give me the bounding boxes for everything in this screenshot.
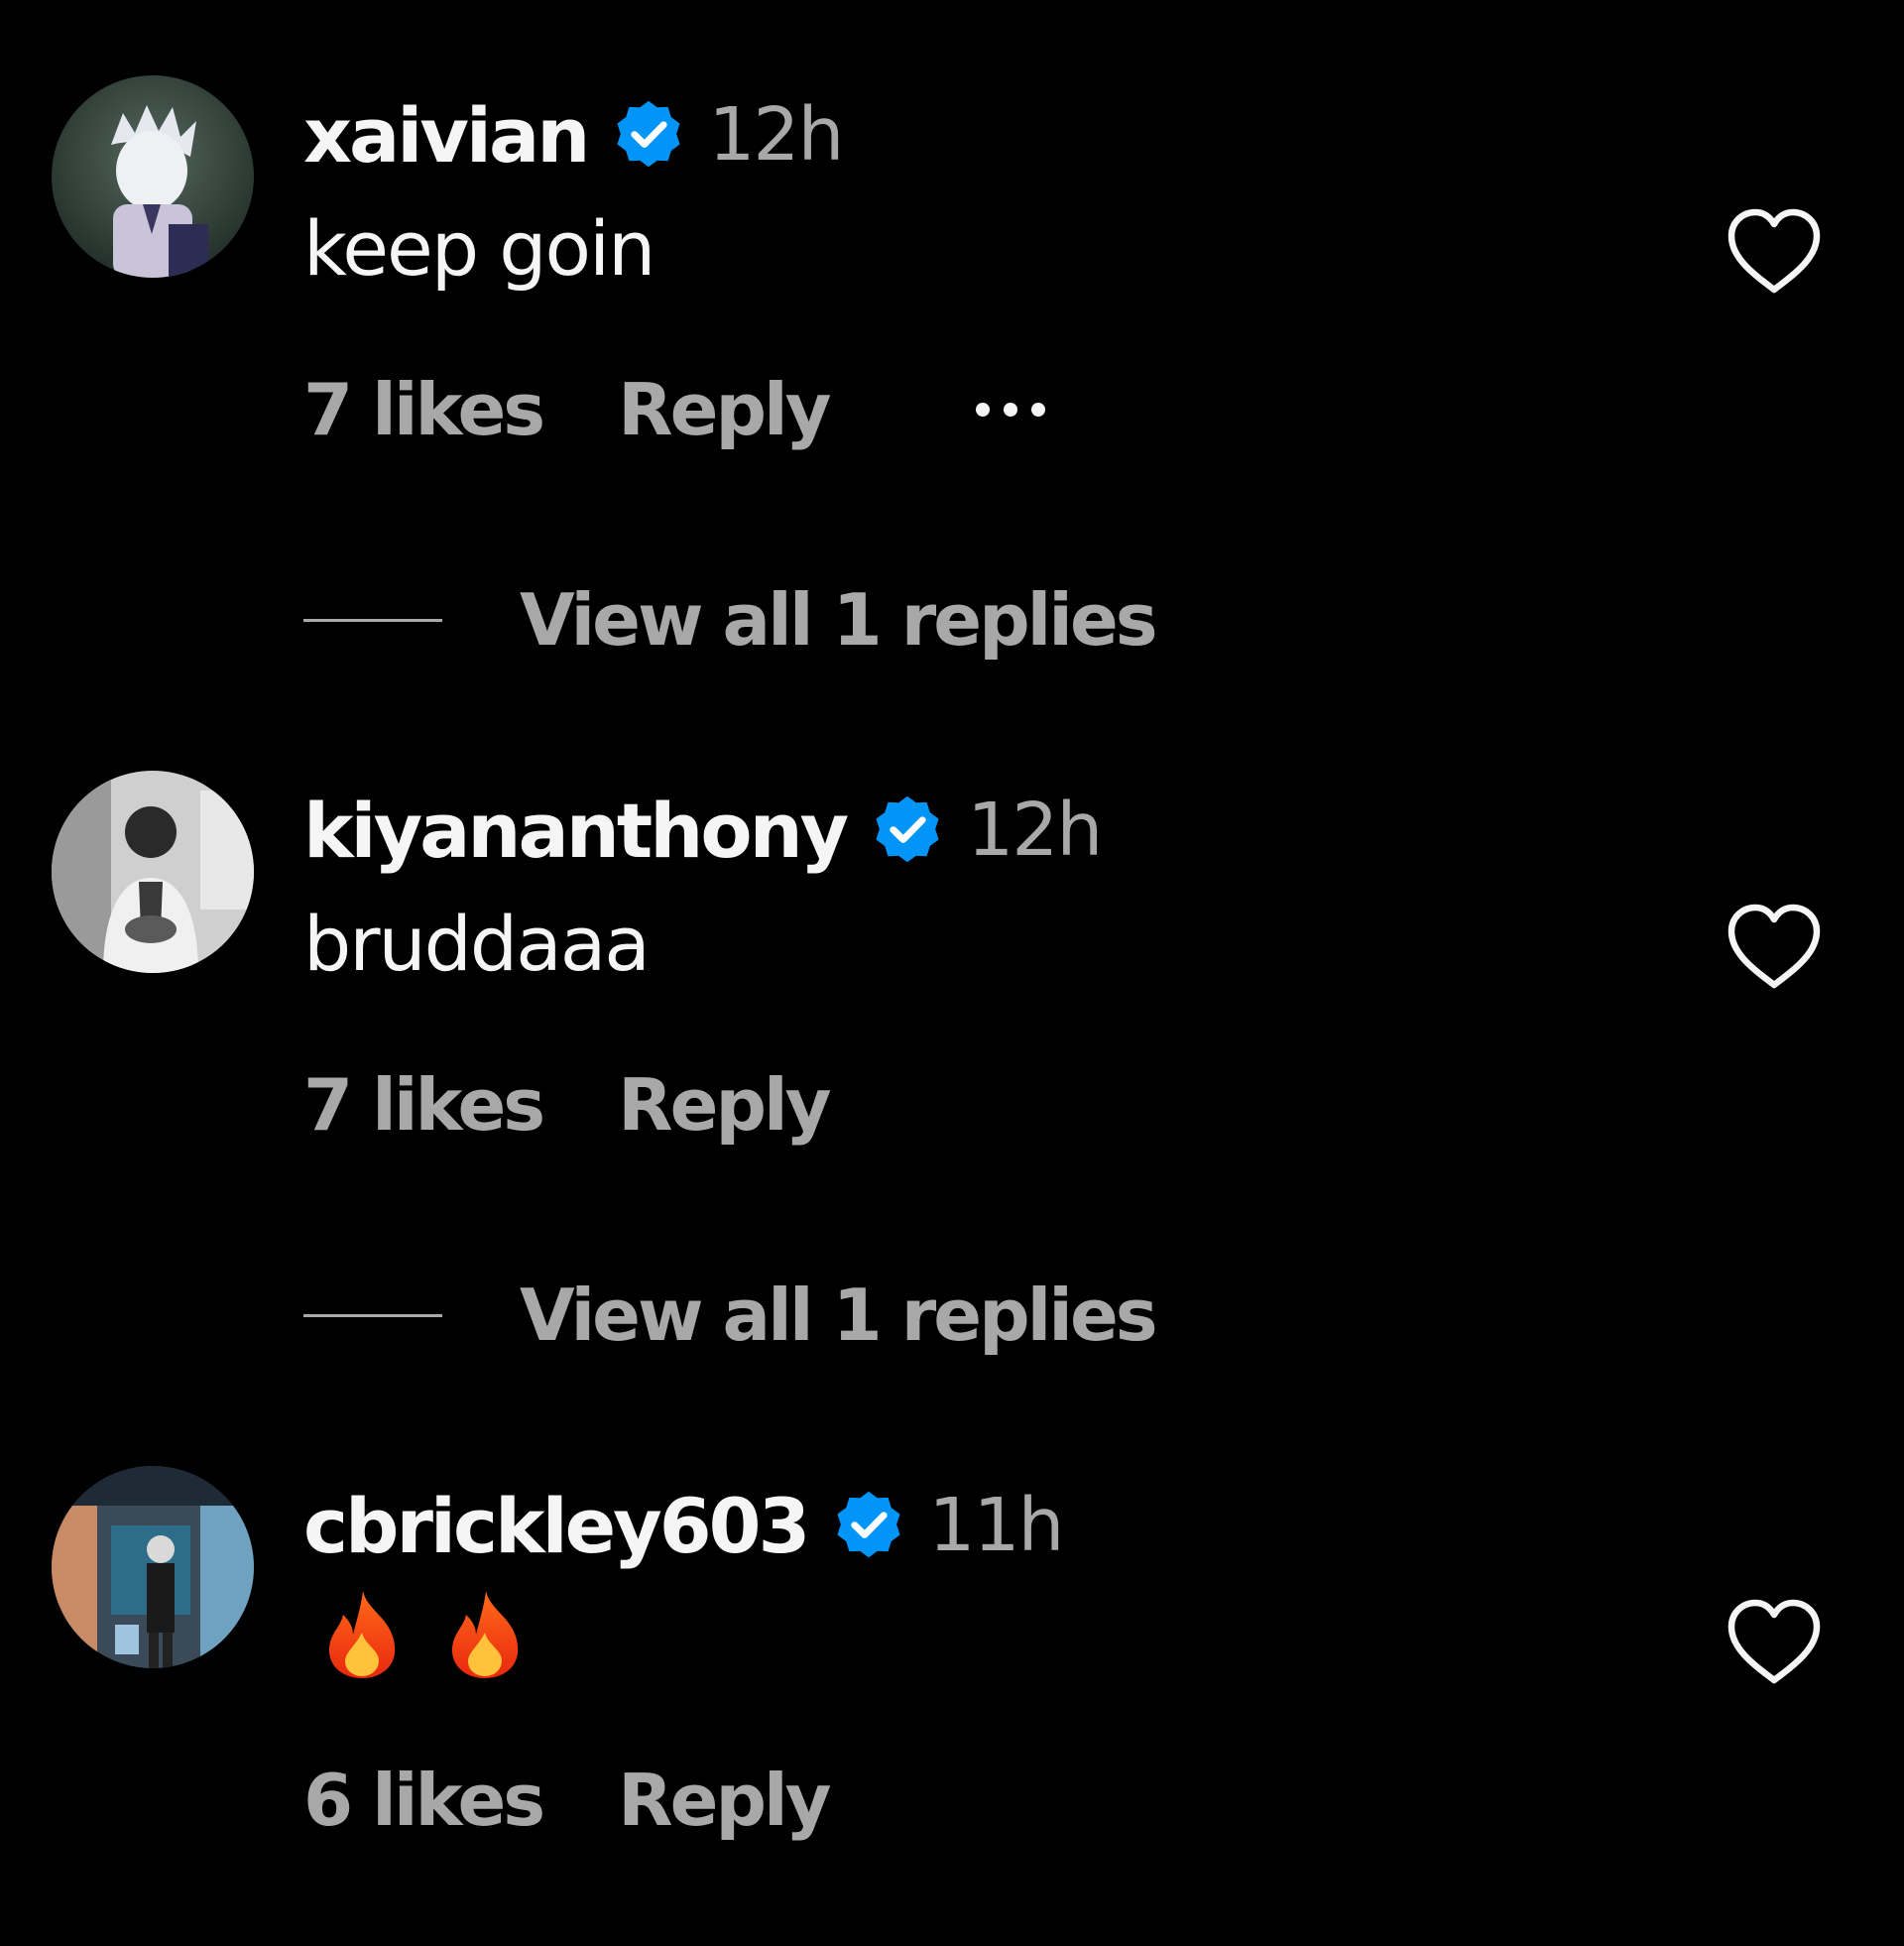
comment-item: kiyananthony 12h bruddaaa 7 likes Reply … xyxy=(0,695,1904,1357)
reply-button[interactable]: Reply xyxy=(618,1063,831,1147)
view-replies-label: View all 1 replies xyxy=(520,578,1158,662)
likes-count[interactable]: 7 likes xyxy=(303,1063,545,1147)
timestamp: 12h xyxy=(708,92,844,178)
comment-item: cbrickley603 11h 🔥🔥 xyxy=(0,1391,1904,1946)
avatar[interactable] xyxy=(52,771,254,973)
comment-text: 🔥🔥 xyxy=(323,1589,524,1680)
timestamp: 12h xyxy=(967,788,1103,873)
anime-character-avatar-icon xyxy=(52,75,254,278)
grayscale-person-avatar-icon xyxy=(52,771,254,973)
timestamp: 11h xyxy=(928,1483,1064,1568)
comment-header: kiyananthony 12h xyxy=(303,783,1103,878)
comment-actions: 7 likes Reply xyxy=(303,365,1045,454)
reply-button[interactable]: Reply xyxy=(618,368,831,451)
divider xyxy=(303,1313,442,1317)
comment-text: keep goin xyxy=(303,204,655,293)
like-heart-icon[interactable] xyxy=(1724,204,1825,298)
avatar[interactable] xyxy=(52,75,254,278)
comment-text: bruddaaa xyxy=(303,900,651,988)
like-heart-icon[interactable] xyxy=(1724,900,1825,993)
divider xyxy=(303,618,442,622)
storefront-person-avatar-icon xyxy=(52,1466,254,1668)
verified-badge-icon xyxy=(611,97,686,173)
username[interactable]: xaivian xyxy=(303,91,590,180)
verified-badge-icon xyxy=(831,1488,906,1563)
likes-count[interactable]: 7 likes xyxy=(303,368,545,451)
comment-header: xaivian 12h xyxy=(303,87,844,182)
username[interactable]: cbrickley603 xyxy=(303,1482,810,1570)
username[interactable]: kiyananthony xyxy=(303,787,849,875)
more-options-icon[interactable] xyxy=(975,403,1045,417)
comment-actions: 6 likes Reply xyxy=(303,1756,832,1845)
reply-button[interactable]: Reply xyxy=(618,1759,831,1842)
fire-emoji-icon xyxy=(451,1591,519,1678)
comment-item: xaivian 12h keep goin 7 likes Reply View… xyxy=(0,0,1904,662)
view-replies-button[interactable]: View all 1 replies xyxy=(303,1271,1158,1360)
comment-actions: 7 likes Reply xyxy=(303,1060,832,1150)
view-replies-button[interactable]: View all 1 replies xyxy=(303,575,1158,665)
likes-count[interactable]: 6 likes xyxy=(303,1759,545,1842)
avatar[interactable] xyxy=(52,1466,254,1668)
comment-header: cbrickley603 11h xyxy=(303,1478,1064,1573)
verified-badge-icon xyxy=(870,792,945,868)
view-replies-label: View all 1 replies xyxy=(520,1274,1158,1357)
fire-emoji-icon xyxy=(328,1591,396,1678)
like-heart-icon[interactable] xyxy=(1724,1595,1825,1688)
